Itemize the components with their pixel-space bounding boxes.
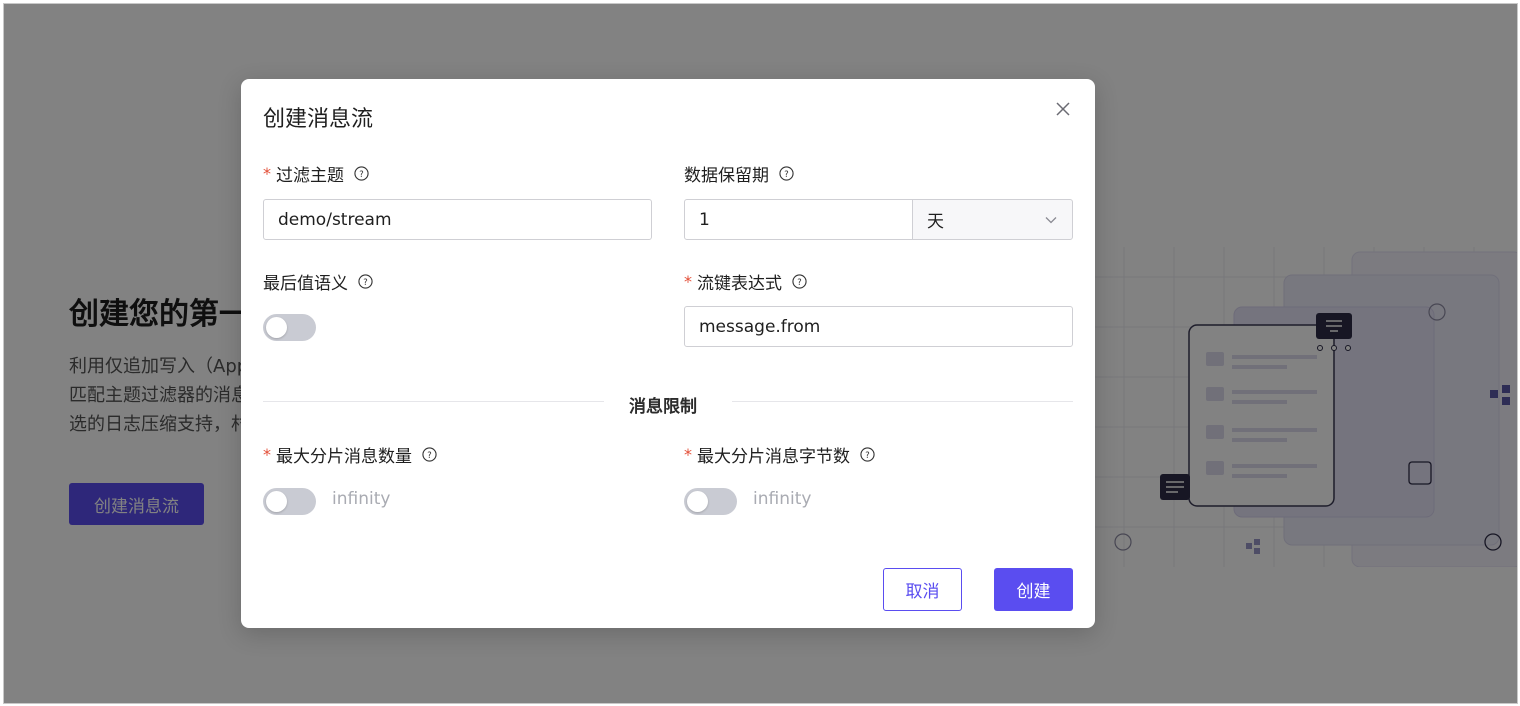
create-stream-dialog: 创建消息流 * 过滤主题 ? 数据保留期 ? 天 最后值语义 ? * 流键表达式… bbox=[241, 79, 1095, 628]
svg-text:?: ? bbox=[363, 277, 367, 287]
retention-label: 数据保留期 ? bbox=[684, 161, 794, 186]
max-shard-bytes-label-text: 最大分片消息字节数 bbox=[697, 447, 850, 467]
section-divider-left bbox=[263, 401, 604, 402]
max-shard-messages-label-text: 最大分片消息数量 bbox=[276, 447, 412, 467]
last-value-label-text: 最后值语义 bbox=[263, 274, 348, 294]
key-expression-label-text: 流键表达式 bbox=[697, 274, 782, 294]
help-icon[interactable]: ? bbox=[422, 447, 437, 462]
max-shard-messages-value: infinity bbox=[332, 489, 391, 509]
retention-unit-select[interactable]: 天 bbox=[912, 199, 1073, 240]
help-icon[interactable]: ? bbox=[354, 166, 369, 181]
filter-topic-label-text: 过滤主题 bbox=[276, 166, 344, 186]
section-divider-right bbox=[732, 401, 1073, 402]
create-button[interactable]: 创建 bbox=[994, 568, 1073, 611]
last-value-label: 最后值语义 ? bbox=[263, 269, 373, 294]
key-expression-label: * 流键表达式 ? bbox=[684, 269, 807, 294]
max-shard-messages-toggle[interactable] bbox=[263, 488, 316, 515]
dialog-title: 创建消息流 bbox=[263, 107, 374, 132]
chevron-down-icon bbox=[1045, 216, 1057, 223]
help-icon[interactable]: ? bbox=[779, 166, 794, 181]
max-shard-bytes-value: infinity bbox=[753, 489, 812, 509]
help-icon[interactable]: ? bbox=[860, 447, 875, 462]
key-expression-input[interactable] bbox=[684, 306, 1073, 347]
retention-unit-value: 天 bbox=[927, 212, 944, 232]
max-shard-bytes-label: * 最大分片消息字节数 ? bbox=[684, 442, 875, 467]
svg-text:?: ? bbox=[797, 277, 801, 287]
required-mark: * bbox=[684, 445, 692, 464]
svg-text:?: ? bbox=[427, 450, 431, 460]
svg-text:?: ? bbox=[359, 169, 363, 179]
last-value-toggle[interactable] bbox=[263, 314, 316, 341]
toggle-knob bbox=[266, 491, 287, 512]
message-limits-heading: 消息限制 bbox=[629, 397, 697, 417]
help-icon[interactable]: ? bbox=[358, 274, 373, 289]
max-shard-messages-label: * 最大分片消息数量 ? bbox=[263, 442, 437, 467]
required-mark: * bbox=[263, 164, 271, 183]
svg-text:?: ? bbox=[784, 169, 788, 179]
help-icon[interactable]: ? bbox=[792, 274, 807, 289]
toggle-knob bbox=[687, 491, 708, 512]
filter-topic-input[interactable] bbox=[263, 199, 652, 240]
filter-topic-label: * 过滤主题 ? bbox=[263, 161, 369, 186]
retention-label-text: 数据保留期 bbox=[684, 166, 769, 186]
required-mark: * bbox=[684, 272, 692, 291]
cancel-button[interactable]: 取消 bbox=[883, 568, 962, 611]
retention-value-input[interactable] bbox=[684, 199, 913, 240]
max-shard-bytes-toggle[interactable] bbox=[684, 488, 737, 515]
svg-text:?: ? bbox=[865, 450, 869, 460]
close-icon[interactable] bbox=[1053, 99, 1073, 119]
toggle-knob bbox=[266, 317, 287, 338]
required-mark: * bbox=[263, 445, 271, 464]
